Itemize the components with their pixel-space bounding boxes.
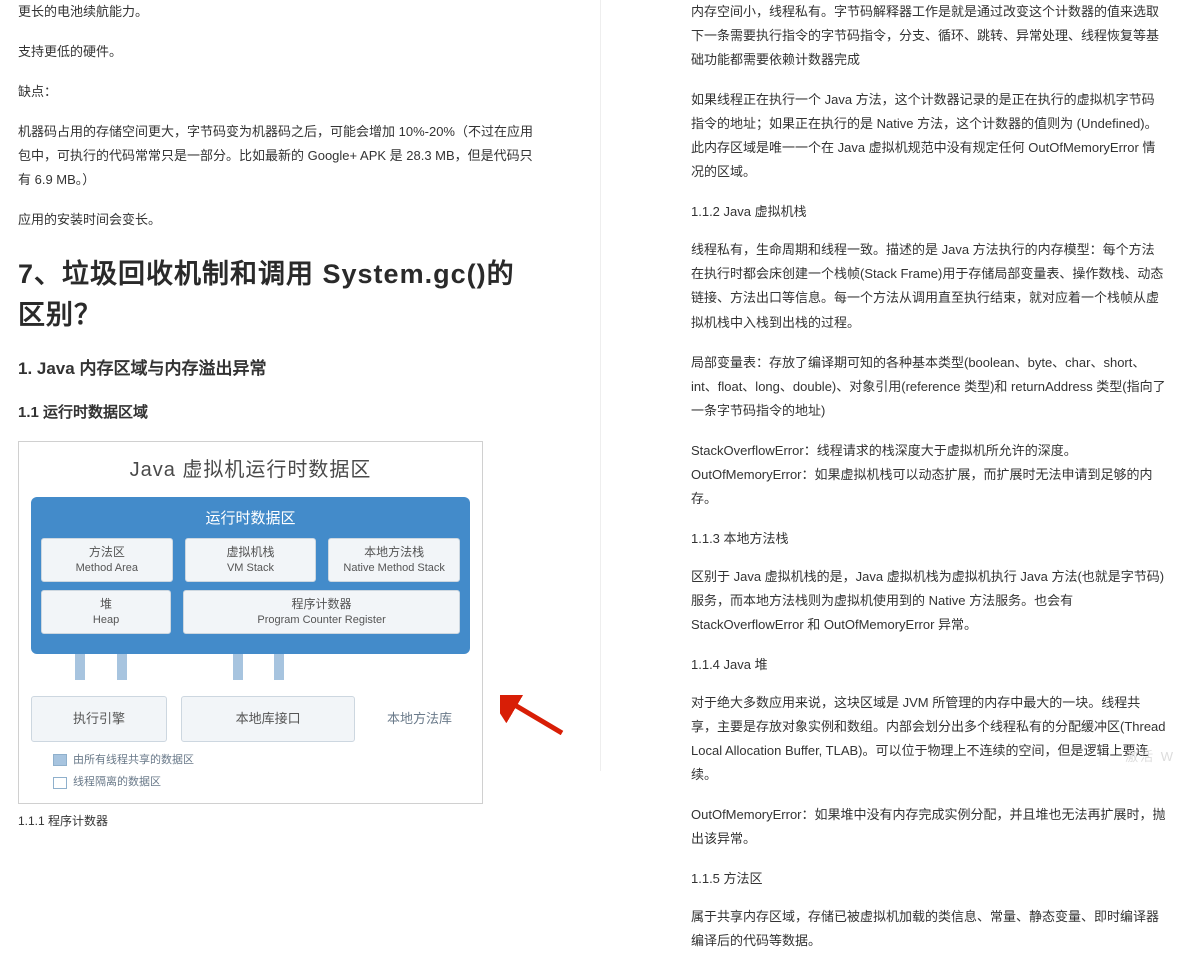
- runtime-data-area: 运行时数据区 方法区 Method Area 虚拟机栈 VM Stack 本地方…: [31, 497, 470, 655]
- left-column: 更长的电池续航能力。 支持更低的硬件。 缺点： 机器码占用的存储空间更大，字节码…: [0, 0, 580, 771]
- subhead-1-1-4: 1.1.4 Java 堆: [691, 653, 1166, 677]
- label: 方法区: [46, 545, 168, 561]
- figure-caption: 1.1.1 程序计数器: [18, 810, 540, 832]
- label: Native Method Stack: [333, 561, 455, 575]
- native-lib-label: 本地方法库: [369, 707, 470, 731]
- execution-engine-cell: 执行引擎: [31, 696, 167, 742]
- para: StackOverflowError：线程请求的栈深度大于虚拟机所允许的深度。 …: [691, 439, 1166, 511]
- legend-text: 线程隔离的数据区: [73, 772, 161, 792]
- diagram-legend: 由所有线程共享的数据区 线程隔离的数据区: [31, 750, 470, 793]
- label: 本地方法栈: [333, 545, 455, 561]
- para: OutOfMemoryError：如果堆中没有内存完成实例分配，并且堆也无法再扩…: [691, 803, 1166, 851]
- label: VM Stack: [190, 561, 312, 575]
- vm-stack-cell: 虚拟机栈 VM Stack: [185, 538, 317, 582]
- legend-swatch-private: [53, 777, 67, 789]
- legend-text: 由所有线程共享的数据区: [73, 750, 194, 770]
- pc-register-cell: 程序计数器 Program Counter Register: [183, 590, 460, 634]
- label: Heap: [46, 613, 166, 627]
- para: 机器码占用的存储空间更大，字节码变为机器码之后，可能会增加 10%-20%（不过…: [18, 120, 540, 192]
- heap-cell: 堆 Heap: [41, 590, 171, 634]
- para: 区别于 Java 虚拟机栈的是，Java 虚拟机栈为虚拟机执行 Java 方法(…: [691, 565, 1166, 637]
- heading-1-1: 1.1 运行时数据区域: [18, 399, 540, 427]
- label: Program Counter Register: [188, 613, 455, 627]
- native-interface-cell: 本地库接口: [181, 696, 355, 742]
- subhead-1-1-5: 1.1.5 方法区: [691, 867, 1166, 891]
- heading-1: 1. Java 内存区域与内存溢出异常: [18, 353, 540, 384]
- watermark-text: 激活 W: [1125, 746, 1175, 765]
- runtime-label: 运行时数据区: [41, 505, 460, 533]
- para: 对于绝大多数应用来说，这块区域是 JVM 所管理的内存中最大的一块。线程共享，主…: [691, 691, 1166, 787]
- label: 堆: [46, 597, 166, 613]
- native-method-stack-cell: 本地方法栈 Native Method Stack: [328, 538, 460, 582]
- heading-7: 7、垃圾回收机制和调用 System.gc()的区别？: [18, 254, 540, 335]
- para: 支持更低的硬件。: [18, 40, 540, 64]
- para: 内存空间小，线程私有。字节码解释器工作是就是通过改变这个计数器的值来选取下一条需…: [691, 0, 1166, 72]
- para: 应用的安装时间会变长。: [18, 208, 540, 232]
- diagram-arrows: [31, 654, 470, 682]
- para: 属于共享内存区域，存储已被虚拟机加载的类信息、常量、静态变量、即时编译器编译后的…: [691, 905, 1166, 953]
- label: Method Area: [46, 561, 168, 575]
- para: 线程私有，生命周期和线程一致。描述的是 Java 方法执行的内存模型：每个方法在…: [691, 238, 1166, 334]
- para: 更长的电池续航能力。: [18, 0, 540, 24]
- label: 虚拟机栈: [190, 545, 312, 561]
- para: 缺点：: [18, 80, 540, 104]
- diagram-title: Java 虚拟机运行时数据区: [31, 452, 470, 489]
- para: 局部变量表：存放了编译期可知的各种基本类型(boolean、byte、char、…: [691, 351, 1166, 423]
- right-column: 内存空间小，线程私有。字节码解释器工作是就是通过改变这个计数器的值来选取下一条需…: [600, 0, 1181, 771]
- method-area-cell: 方法区 Method Area: [41, 538, 173, 582]
- para: 如果线程正在执行一个 Java 方法，这个计数器记录的是正在执行的虚拟机字节码指…: [691, 88, 1166, 184]
- annotation-arrow-icon: [500, 695, 565, 735]
- legend-swatch-shared: [53, 754, 67, 766]
- subhead-1-1-3: 1.1.3 本地方法栈: [691, 527, 1166, 551]
- label: 程序计数器: [188, 597, 455, 613]
- subhead-1-1-2: 1.1.2 Java 虚拟机栈: [691, 200, 1166, 224]
- jvm-runtime-diagram: Java 虚拟机运行时数据区 运行时数据区 方法区 Method Area 虚拟…: [18, 441, 483, 804]
